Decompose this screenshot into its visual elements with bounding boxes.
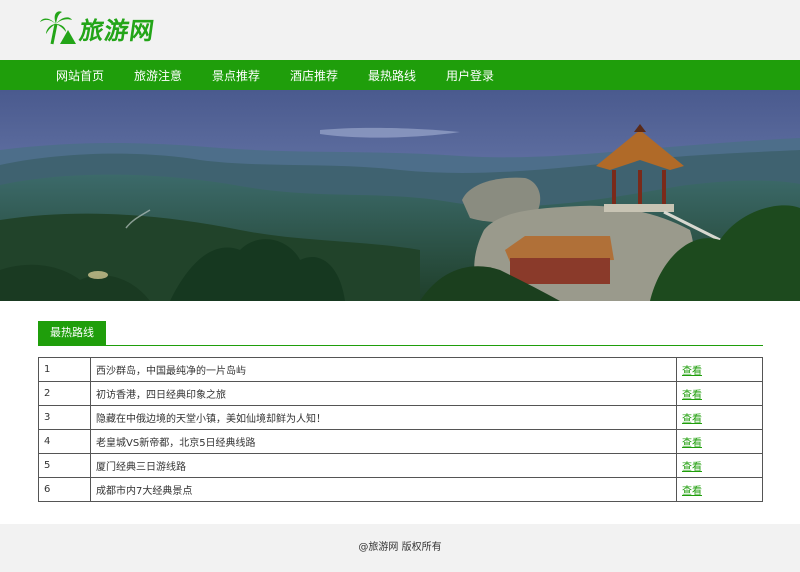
section-title: 最热路线 <box>38 321 106 345</box>
view-route-link[interactable]: 查看 <box>682 366 702 377</box>
routes-table: 1 西沙群岛，中国最纯净的一片岛屿 查看 2 初访香港，四日经典印象之旅 查看 3 隐藏在中俄… <box>38 357 763 502</box>
route-title: 老皇城VS新帝都，北京5日经典线路 <box>90 429 677 454</box>
route-action-cell: 查看 <box>676 381 763 406</box>
copyright-text: @旅游网 版权所有 <box>358 542 442 553</box>
main-content: 最热路线 1 西沙群岛，中国最纯净的一片岛屿 查看 2 初访香港，四日经典印象之旅 查看 3… <box>0 301 800 524</box>
route-action-cell: 查看 <box>676 429 763 454</box>
route-number: 5 <box>38 453 91 478</box>
palm-tree-icon <box>40 11 76 45</box>
site-logo[interactable]: 旅游网 <box>38 10 157 46</box>
nav-item-hotels[interactable]: 酒店推荐 <box>272 67 350 84</box>
nav-item-login[interactable]: 用户登录 <box>428 67 506 84</box>
main-nav: 网站首页 旅游注意 景点推荐 酒店推荐 最热路线 用户登录 <box>0 60 800 90</box>
nav-item-attractions[interactable]: 景点推荐 <box>194 67 272 84</box>
route-number: 6 <box>38 477 91 502</box>
table-row: 5 厦门经典三日游线路 查看 <box>38 453 763 478</box>
table-row: 1 西沙群岛，中国最纯净的一片岛屿 查看 <box>38 357 763 382</box>
route-title: 厦门经典三日游线路 <box>90 453 677 478</box>
route-action-cell: 查看 <box>676 477 763 502</box>
logo-text: 旅游网 <box>77 16 157 45</box>
route-title: 初访香港，四日经典印象之旅 <box>90 381 677 406</box>
view-route-link[interactable]: 查看 <box>682 414 702 425</box>
table-row: 4 老皇城VS新帝都，北京5日经典线路 查看 <box>38 429 763 454</box>
table-row: 6 成都市内7大经典景点 查看 <box>38 477 763 502</box>
route-title: 隐藏在中俄边境的天堂小镇，美如仙境却鲜为人知！ <box>90 405 677 430</box>
route-action-cell: 查看 <box>676 453 763 478</box>
banner-image <box>0 90 800 301</box>
route-number: 3 <box>38 405 91 430</box>
nav-item-home[interactable]: 网站首页 <box>38 67 116 84</box>
route-number: 4 <box>38 429 91 454</box>
route-number: 1 <box>38 357 91 382</box>
nav-item-travel-notes[interactable]: 旅游注意 <box>116 67 194 84</box>
view-route-link[interactable]: 查看 <box>682 462 702 473</box>
table-row: 3 隐藏在中俄边境的天堂小镇，美如仙境却鲜为人知！ 查看 <box>38 405 763 430</box>
route-action-cell: 查看 <box>676 405 763 430</box>
nav-item-hot-routes[interactable]: 最热路线 <box>350 67 428 84</box>
view-route-link[interactable]: 查看 <box>682 486 702 497</box>
view-route-link[interactable]: 查看 <box>682 438 702 449</box>
view-route-link[interactable]: 查看 <box>682 390 702 401</box>
site-header: 旅游网 <box>0 0 800 60</box>
table-row: 2 初访香港，四日经典印象之旅 查看 <box>38 381 763 406</box>
route-title: 西沙群岛，中国最纯净的一片岛屿 <box>90 357 677 382</box>
route-title: 成都市内7大经典景点 <box>90 477 677 502</box>
route-action-cell: 查看 <box>676 357 763 382</box>
route-number: 2 <box>38 381 91 406</box>
section-header: 最热路线 <box>38 321 763 346</box>
site-footer: @旅游网 版权所有 <box>0 524 800 572</box>
